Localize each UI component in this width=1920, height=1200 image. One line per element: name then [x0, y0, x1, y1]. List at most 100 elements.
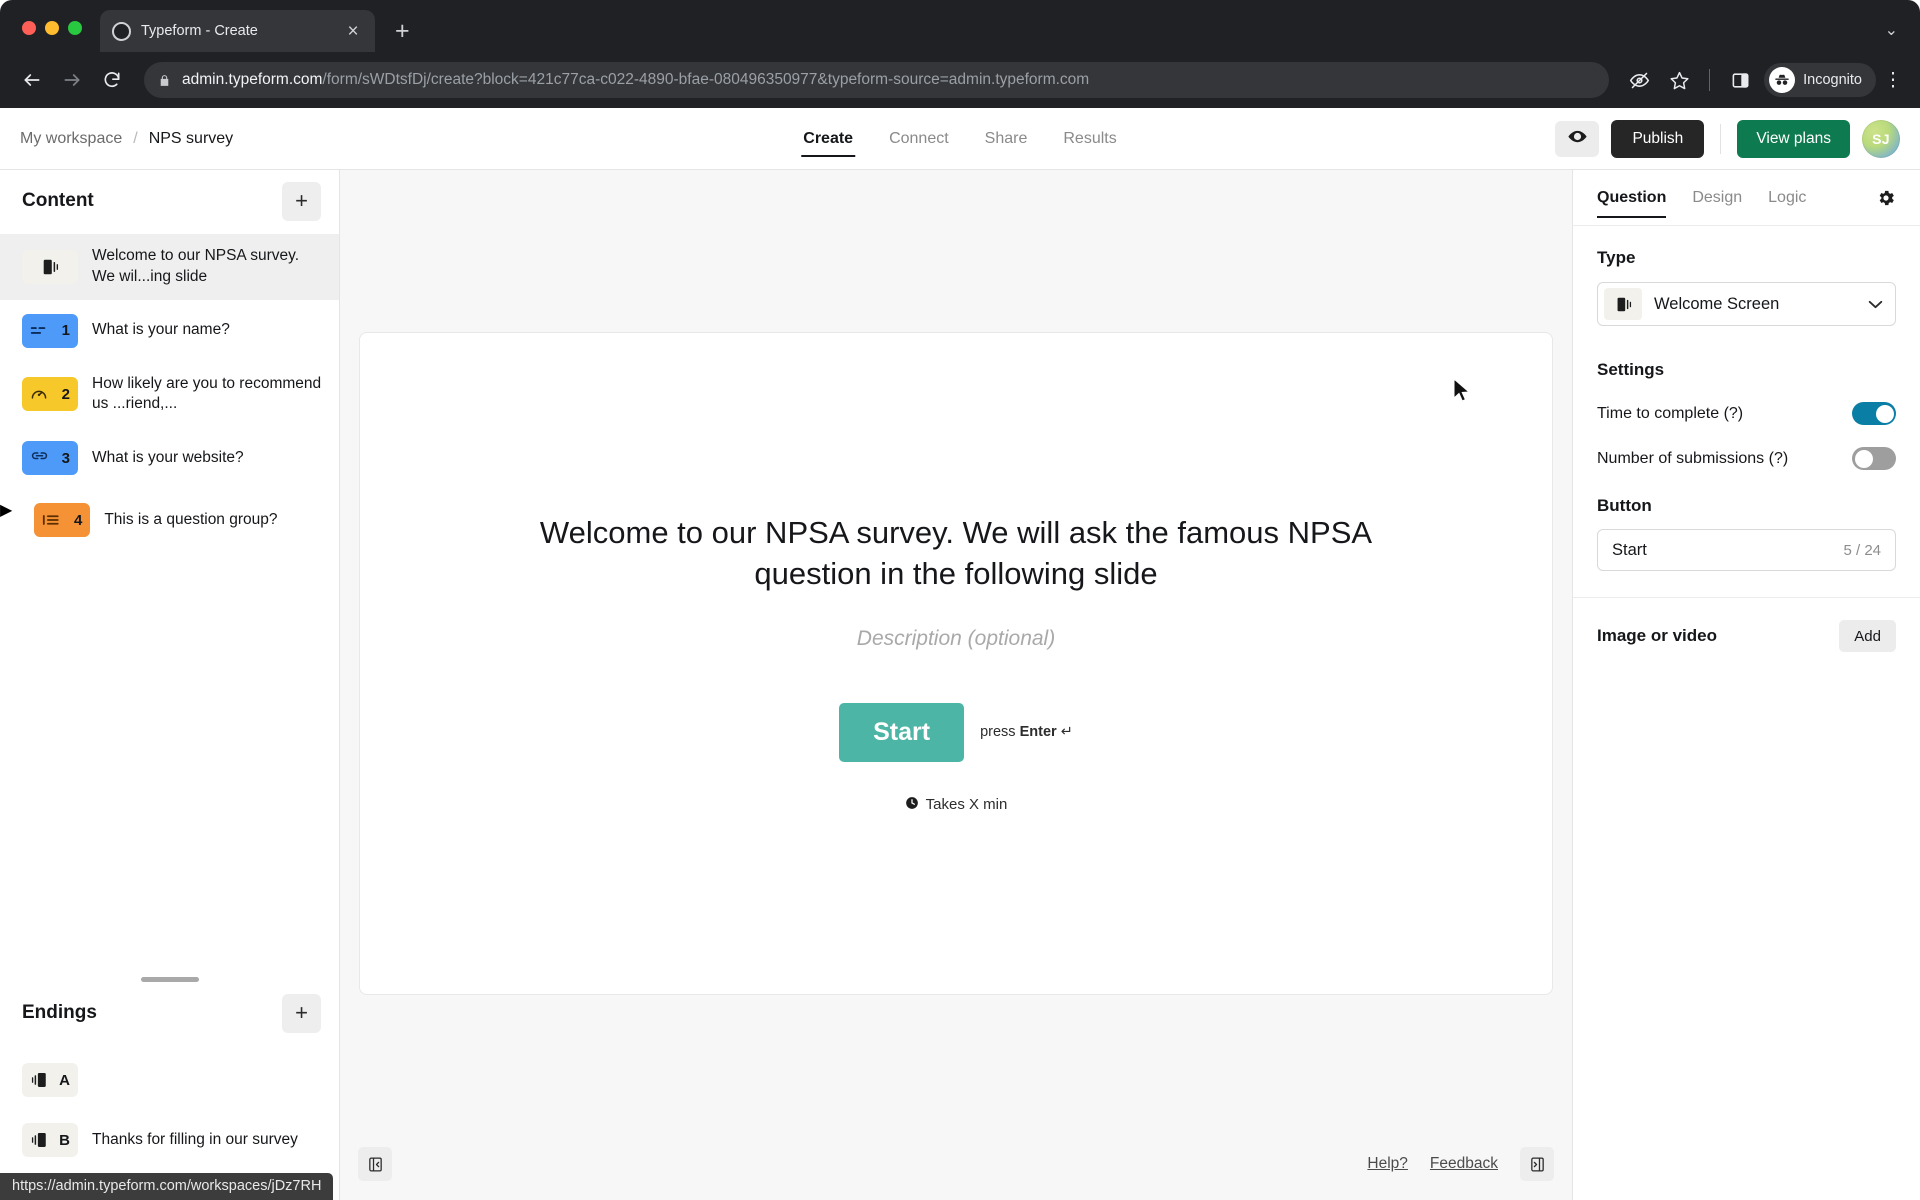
ending-item-a[interactable]: A [0, 1050, 339, 1110]
toggle-knob [1875, 404, 1894, 423]
panel-tab-question[interactable]: Question [1597, 170, 1667, 225]
chevron-down-icon [1868, 297, 1883, 312]
press-enter-prefix: press [980, 724, 1020, 741]
ending-item-label: Thanks for filling in our survey [92, 1130, 298, 1148]
feedback-link[interactable]: Feedback [1430, 1155, 1498, 1173]
tab-create[interactable]: Create [801, 108, 855, 169]
panel-tab-design[interactable]: Design [1692, 170, 1742, 225]
link-icon [30, 451, 49, 465]
content-item-3[interactable]: 3 What is your website? [0, 427, 339, 489]
header-divider [1720, 123, 1722, 154]
panel-tab-logic[interactable]: Logic [1768, 170, 1806, 225]
content-item-label: What is your website? [92, 448, 244, 466]
eye-icon [1567, 126, 1588, 152]
maximize-window-button[interactable] [68, 21, 82, 35]
side-panel-icon[interactable] [1722, 62, 1758, 98]
content-title: Content [22, 190, 94, 211]
content-item-4-wrapper: ▶ 4 This is a question group? [0, 489, 339, 551]
collapse-left-panel-button[interactable] [358, 1147, 392, 1181]
settings-label: Settings [1597, 360, 1665, 379]
app-header-actions: Publish View plans SJ [1555, 119, 1920, 158]
content-item-welcome[interactable]: Welcome to our NPSA survey. We wil...ing… [0, 234, 339, 300]
breadcrumb-separator: / [133, 129, 138, 147]
welcome-screen-icon [22, 249, 78, 284]
content-item-label: This is a question group? [104, 510, 278, 528]
short-text-badge: 1 [22, 313, 78, 348]
content-item-number: 3 [61, 449, 70, 467]
welcome-title[interactable]: Welcome to our NPSA survey. We will ask … [516, 513, 1396, 595]
welcome-screen-icon [1604, 288, 1642, 320]
collapse-right-panel-button[interactable] [1520, 1147, 1554, 1181]
tab-strip: Typeform - Create × + ⌄ [0, 0, 1920, 52]
preview-button[interactable] [1555, 120, 1600, 157]
start-button[interactable]: Start [839, 702, 965, 762]
cta-row: Start press Enter ↵ [839, 702, 1073, 762]
short-text-icon [30, 324, 47, 337]
content-item-label: How likely are you to recommend us ...ri… [92, 374, 322, 413]
chrome-menu-icon[interactable]: ⋮ [1880, 71, 1906, 90]
address-bar[interactable]: admin.typeform.com/form/sWDtsfDj/create?… [144, 62, 1610, 98]
type-select[interactable]: Welcome Screen [1597, 282, 1896, 326]
tab-search-chevron-icon[interactable]: ⌄ [1885, 20, 1898, 40]
ending-badge-a: A [22, 1063, 78, 1097]
tracking-protection-icon[interactable] [1621, 62, 1657, 98]
close-tab-icon[interactable]: × [343, 22, 363, 41]
tab-share[interactable]: Share [983, 108, 1030, 169]
breadcrumb-form-name[interactable]: NPS survey [149, 130, 233, 148]
expand-group-caret-icon[interactable]: ▶ [0, 500, 12, 520]
reload-icon[interactable] [94, 62, 130, 98]
number-of-submissions-toggle[interactable] [1852, 447, 1896, 470]
settings-section: Settings Time to complete (?) Number of … [1573, 326, 1920, 571]
breadcrumb-workspace[interactable]: My workspace [20, 130, 122, 148]
toggle-knob [1854, 449, 1873, 468]
status-bar-url: https://admin.typeform.com/workspaces/jD… [0, 1173, 334, 1200]
url-path: /form/sWDtsfDj/create?block=421c77ca-c02… [322, 71, 1090, 88]
bookmark-star-icon[interactable] [1661, 62, 1697, 98]
description-placeholder[interactable]: Description (optional) [857, 627, 1055, 651]
button-text-input[interactable]: Start 5 / 24 [1597, 529, 1896, 571]
content-item-2[interactable]: 2 How likely are you to recommend us ...… [0, 362, 339, 428]
add-media-button[interactable]: Add [1839, 620, 1896, 652]
gear-icon[interactable] [1876, 188, 1896, 208]
tab-results[interactable]: Results [1061, 108, 1118, 169]
content-item-1[interactable]: 1 What is your name? [0, 300, 339, 362]
tab-connect[interactable]: Connect [887, 108, 951, 169]
toolbar-divider [1709, 69, 1711, 91]
add-ending-button[interactable]: + [282, 993, 321, 1033]
app-body: Content + Welcome to our NPSA survey. We… [0, 170, 1920, 1200]
ending-item-b[interactable]: B Thanks for filling in our survey [0, 1110, 339, 1170]
image-or-video-section: Image or video Add [1573, 598, 1920, 652]
press-enter-key: Enter [1019, 724, 1057, 741]
add-content-button[interactable]: + [282, 181, 321, 221]
question-group-icon [42, 513, 60, 527]
view-plans-button[interactable]: View plans [1737, 119, 1850, 158]
question-group-badge: 4 [34, 503, 91, 538]
type-label: Type [1597, 248, 1636, 267]
forward-icon[interactable] [54, 62, 90, 98]
setting-label: Time to complete (?) [1597, 404, 1744, 422]
back-icon[interactable] [14, 62, 50, 98]
browser-tab[interactable]: Typeform - Create × [100, 10, 375, 52]
browser-chrome: Typeform - Create × + ⌄ admin.typeform.c… [0, 0, 1920, 108]
app-header: My workspace / NPS survey Create Connect… [0, 108, 1920, 170]
endings-title: Endings [22, 1002, 97, 1023]
content-sidebar-header: Content + [0, 170, 339, 232]
content-item-number: 1 [61, 322, 70, 340]
content-list: Welcome to our NPSA survey. We wil...ing… [0, 232, 339, 970]
button-label: Button [1597, 496, 1652, 515]
publish-button[interactable]: Publish [1611, 119, 1705, 158]
close-window-button[interactable] [22, 21, 36, 35]
endings-section: Endings + A B Thanks for filling in our … [0, 970, 339, 1200]
tab-title: Typeform - Create [141, 23, 258, 39]
avatar[interactable]: SJ [1862, 119, 1900, 158]
profile-incognito-button[interactable]: Incognito [1764, 63, 1876, 97]
content-item-4[interactable]: 4 This is a question group? [12, 489, 293, 551]
lock-icon [158, 73, 171, 88]
minimize-window-button[interactable] [45, 21, 59, 35]
image-or-video-label: Image or video [1597, 626, 1717, 645]
help-link[interactable]: Help? [1367, 1155, 1408, 1173]
time-to-complete-toggle[interactable] [1852, 402, 1896, 425]
endings-list: A B Thanks for filling in our survey [0, 1044, 339, 1170]
setting-label: Number of submissions (?) [1597, 449, 1789, 467]
new-tab-button[interactable]: + [395, 19, 410, 44]
